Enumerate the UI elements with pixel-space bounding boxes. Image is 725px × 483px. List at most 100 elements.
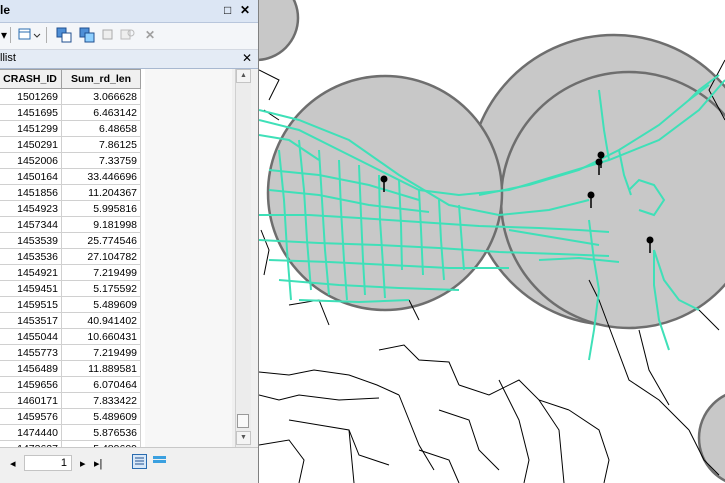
cell-sum-rd-len[interactable]: 27.104782 <box>61 248 141 265</box>
table-row[interactable]: 1450164 33.446696 <box>0 168 141 185</box>
cell-crash-id[interactable]: 1455044 <box>0 328 62 345</box>
table-row[interactable]: 1454921 7.219499 <box>0 264 141 281</box>
column-header-crash-id[interactable]: CRASH_ID <box>0 69 62 89</box>
cell-sum-rd-len[interactable]: 7.219499 <box>61 264 141 281</box>
table-header-row: CRASH_ID Sum_rd_len <box>0 69 141 89</box>
cell-sum-rd-len[interactable]: 6.463142 <box>61 104 141 121</box>
cell-crash-id[interactable]: 1451299 <box>0 120 62 137</box>
cell-crash-id[interactable]: 1453536 <box>0 248 62 265</box>
cell-sum-rd-len[interactable]: 5.175592 <box>61 280 141 297</box>
cell-sum-rd-len[interactable]: 11.889581 <box>61 360 141 377</box>
table-row[interactable]: 1459515 5.489609 <box>0 296 141 313</box>
map-view[interactable] <box>259 0 725 483</box>
cell-sum-rd-len[interactable]: 6.070464 <box>61 376 141 393</box>
current-page-field[interactable]: 1 <box>24 455 72 471</box>
restore-icon[interactable]: □ <box>224 3 231 17</box>
grid-empty-area <box>145 69 232 447</box>
buffer-polygons <box>259 0 725 483</box>
delete-selected-icon[interactable]: ✕ <box>143 27 157 43</box>
cell-sum-rd-len[interactable]: 7.33759 <box>61 152 141 169</box>
cell-sum-rd-len[interactable]: 7.833422 <box>61 392 141 409</box>
table-row[interactable]: 1456489 11.889581 <box>0 360 141 377</box>
table-row[interactable]: 1451695 6.463142 <box>0 104 141 121</box>
table-row[interactable]: 1454923 5.995816 <box>0 200 141 217</box>
attribute-table: CRASH_ID Sum_rd_len 1501269 3.066628 14516… <box>0 69 141 447</box>
first-record-icon[interactable]: ◂ <box>10 457 16 470</box>
table-row[interactable]: 1453517 40.941402 <box>0 312 141 329</box>
table-row[interactable]: 1455044 10.660431 <box>0 328 141 345</box>
switch-selection-icon[interactable] <box>79 27 95 43</box>
clear-selection-icon[interactable] <box>101 27 115 43</box>
cell-crash-id[interactable]: 1459576 <box>0 408 62 425</box>
cell-sum-rd-len[interactable]: 40.941402 <box>61 312 141 329</box>
cell-sum-rd-len[interactable]: 5.489609 <box>61 296 141 313</box>
table-row[interactable]: 1501269 3.066628 <box>0 88 141 105</box>
cell-crash-id[interactable]: 1451856 <box>0 184 62 201</box>
table-tab-bar: llist ✕ <box>0 50 258 69</box>
scroll-down-icon[interactable]: ▼ <box>236 431 251 445</box>
cell-crash-id[interactable]: 1460171 <box>0 392 62 409</box>
cell-sum-rd-len[interactable]: 10.660431 <box>61 328 141 345</box>
table-options-dropdown-icon[interactable]: ▾ <box>0 27 8 43</box>
cell-crash-id[interactable]: 1455773 <box>0 344 62 361</box>
show-selected-records-icon[interactable] <box>152 454 167 469</box>
table-row[interactable]: 1455773 7.219499 <box>0 344 141 361</box>
cell-sum-rd-len[interactable]: 5.876536 <box>61 424 141 441</box>
toolbar-separator <box>10 27 13 43</box>
cell-crash-id[interactable]: 1459451 <box>0 280 62 297</box>
cell-crash-id[interactable]: 1451695 <box>0 104 62 121</box>
cell-crash-id[interactable]: 1457344 <box>0 216 62 233</box>
cell-crash-id[interactable]: 1450291 <box>0 136 62 153</box>
show-all-records-icon[interactable] <box>132 454 147 469</box>
cell-crash-id[interactable]: 1453517 <box>0 312 62 329</box>
cell-crash-id[interactable]: 1454921 <box>0 264 62 281</box>
table-row[interactable]: 1457344 9.181998 <box>0 216 141 233</box>
table-row[interactable]: 1459451 5.175592 <box>0 280 141 297</box>
cell-sum-rd-len[interactable]: 7.219499 <box>61 344 141 361</box>
table-row[interactable]: 1453539 25.774546 <box>0 232 141 249</box>
buffer-circle <box>259 0 300 62</box>
cell-sum-rd-len[interactable]: 7.86125 <box>61 136 141 153</box>
table-vertical-scrollbar[interactable]: ▲ ▼ <box>235 69 251 447</box>
cell-sum-rd-len[interactable]: 25.774546 <box>61 232 141 249</box>
map-canvas[interactable] <box>259 0 725 483</box>
next-record-icon[interactable]: ▸ <box>80 457 86 470</box>
last-record-icon[interactable]: ▸| <box>94 457 102 470</box>
toolbar-separator <box>46 27 49 43</box>
cell-sum-rd-len[interactable]: 5.489609 <box>61 408 141 425</box>
scroll-up-icon[interactable]: ▲ <box>236 69 251 83</box>
column-header-sum-rd-len[interactable]: Sum_rd_len <box>61 69 141 89</box>
cell-sum-rd-len[interactable]: 9.181998 <box>61 216 141 233</box>
cell-crash-id[interactable]: 1456489 <box>0 360 62 377</box>
cell-crash-id[interactable]: 1454923 <box>0 200 62 217</box>
scrollbar-thumb[interactable] <box>237 414 249 428</box>
cell-sum-rd-len[interactable]: 5.995816 <box>61 200 141 217</box>
table-row[interactable]: 1451856 11.204367 <box>0 184 141 201</box>
cell-sum-rd-len[interactable]: 6.48658 <box>61 120 141 137</box>
zoom-to-selected-icon[interactable] <box>120 27 136 43</box>
table-row[interactable]: 1459656 6.070464 <box>0 376 141 393</box>
table-row[interactable]: 1459576 5.489609 <box>0 408 141 425</box>
table-row[interactable]: 1460171 7.833422 <box>0 392 141 409</box>
table-tab[interactable]: llist <box>0 52 16 64</box>
table-row[interactable]: 1450291 7.86125 <box>0 136 141 153</box>
cell-crash-id[interactable]: 1453539 <box>0 232 62 249</box>
cell-crash-id[interactable]: 1501269 <box>0 88 62 105</box>
cell-crash-id[interactable]: 1459656 <box>0 376 62 393</box>
cell-crash-id[interactable]: 1474440 <box>0 424 62 441</box>
table-row[interactable]: 1453536 27.104782 <box>0 248 141 265</box>
cell-crash-id[interactable]: 1452006 <box>0 152 62 169</box>
cell-sum-rd-len[interactable]: 3.066628 <box>61 88 141 105</box>
cell-sum-rd-len[interactable]: 33.446696 <box>61 168 141 185</box>
cell-crash-id[interactable]: 1450164 <box>0 168 62 185</box>
close-tab-icon[interactable]: ✕ <box>242 51 252 65</box>
table-row[interactable]: 1474440 5.876536 <box>0 424 141 441</box>
cell-crash-id[interactable]: 1459515 <box>0 296 62 313</box>
close-icon[interactable]: ✕ <box>240 3 250 17</box>
related-tables-icon[interactable] <box>18 27 44 43</box>
buffer-circle <box>697 393 725 483</box>
cell-sum-rd-len[interactable]: 11.204367 <box>61 184 141 201</box>
table-row[interactable]: 1451299 6.48658 <box>0 120 141 137</box>
table-row[interactable]: 1452006 7.33759 <box>0 152 141 169</box>
select-by-attributes-icon[interactable] <box>56 27 72 43</box>
